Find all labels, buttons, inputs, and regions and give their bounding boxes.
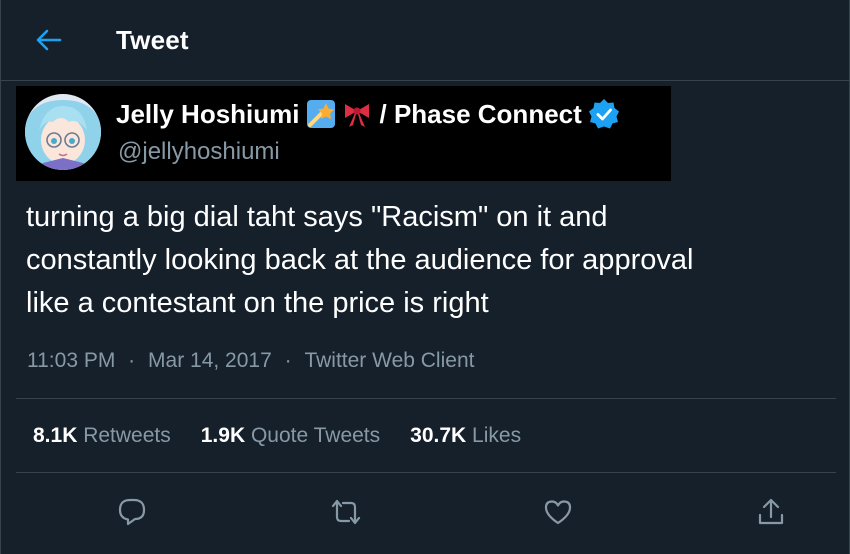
ribbon-icon	[344, 104, 369, 127]
retweet-button[interactable]	[326, 492, 366, 532]
quote-tweets-count: 1.9K	[200, 424, 246, 447]
retweets-count: 8.1K	[33, 424, 78, 447]
back-button[interactable]	[31, 24, 67, 56]
shooting-star-icon	[306, 100, 335, 128]
tweet-page: Tweet Jelly Hoshiumi / Phase Connect @je…	[0, 0, 850, 554]
display-name-text: Jelly Hoshiumi	[116, 98, 300, 129]
tweet-line: like a contestant on the price is right	[26, 287, 489, 319]
tweet-client[interactable]: Twitter Web Client	[304, 349, 474, 373]
header: Tweet	[1, 0, 850, 81]
share-icon	[758, 498, 784, 525]
tweet-date[interactable]: Mar 14, 2017	[148, 349, 272, 373]
tweet-meta: 11:03 PM · Mar 14, 2017 · Twitter Web Cl…	[27, 349, 474, 373]
retweets-label: Retweets	[83, 424, 171, 447]
quote-tweets-label: Quote Tweets	[250, 424, 381, 447]
quote-tweets-stat[interactable]: 1.9K Quote Tweets	[201, 424, 380, 448]
author-card[interactable]: Jelly Hoshiumi / Phase Connect @jellyhos…	[16, 86, 671, 181]
retweet-icon	[331, 499, 361, 525]
page-title: Tweet	[116, 25, 189, 55]
like-icon	[544, 500, 572, 525]
likes-label: Likes	[472, 424, 522, 447]
likes-stat[interactable]: 30.7K Likes	[410, 424, 521, 448]
like-button[interactable]	[538, 492, 578, 532]
verified-badge-icon	[588, 99, 619, 129]
retweets-stat[interactable]: 8.1K Retweets	[33, 424, 171, 448]
tweet-time[interactable]: 11:03 PM	[27, 349, 115, 373]
tweet-stats: 8.1K Retweets 1.9K Quote Tweets 30.7K Li…	[33, 424, 551, 448]
divider	[16, 398, 836, 399]
affiliation-text: / Phase Connect	[379, 98, 582, 129]
divider	[16, 472, 836, 473]
meta-separator: ·	[128, 349, 136, 372]
likes-count: 30.7K	[410, 424, 467, 447]
tweet-line: constantly looking back at the audience …	[26, 244, 694, 276]
share-button[interactable]	[751, 492, 791, 532]
meta-separator: ·	[284, 349, 292, 372]
arrow-left-icon	[36, 29, 62, 51]
tweet-text: turning a big dial taht says "Racism" on…	[26, 196, 841, 325]
user-handle[interactable]: @jellyhoshiumi	[118, 138, 280, 166]
avatar[interactable]	[25, 94, 101, 170]
reply-button[interactable]	[112, 492, 152, 532]
tweet-line: turning a big dial taht says "Racism" on…	[26, 201, 608, 233]
reply-icon	[118, 498, 146, 526]
display-name[interactable]: Jelly Hoshiumi / Phase Connect	[116, 98, 620, 130]
